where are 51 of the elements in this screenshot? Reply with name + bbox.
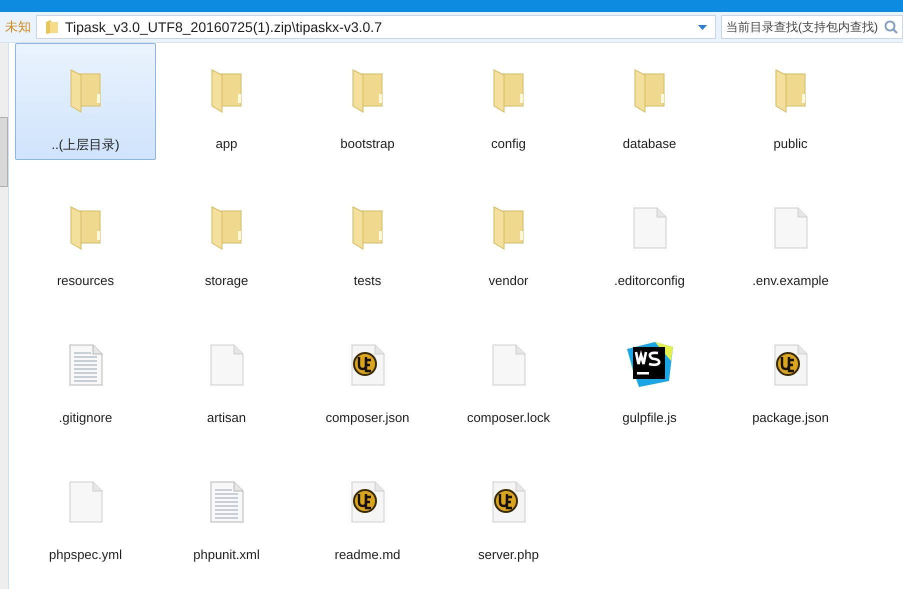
folder-icon (350, 68, 384, 114)
file-item[interactable]: bootstrap (297, 43, 438, 160)
file-item[interactable]: public (720, 43, 861, 160)
folder-icon (68, 205, 102, 251)
scrollbar-thumb[interactable] (0, 117, 8, 187)
folder-icon (210, 68, 244, 114)
folder-icon (492, 68, 526, 114)
address-field[interactable]: Tipask_v3.0_UTF8_20160725(1).zip\tipaskx-v3.0.7 (36, 15, 716, 39)
file-item[interactable]: vendor (438, 180, 579, 297)
document-icon (632, 207, 666, 249)
folder-icon (210, 205, 244, 251)
document-icon (492, 344, 526, 386)
ue-document-icon (774, 344, 808, 386)
folder-icon (68, 68, 102, 114)
file-item[interactable]: .editorconfig (579, 180, 720, 297)
file-item[interactable]: storage (156, 180, 297, 297)
file-item[interactable]: phpunit.xml (156, 454, 297, 571)
file-item[interactable]: composer.json (297, 317, 438, 434)
search-icon[interactable] (884, 20, 898, 34)
file-item[interactable]: server.php (438, 454, 579, 571)
file-item[interactable]: .gitignore (15, 317, 156, 434)
file-item[interactable]: resources (15, 180, 156, 297)
ue-document-icon (492, 481, 526, 523)
document-icon (68, 481, 102, 523)
folder-icon (350, 205, 384, 251)
text-document-icon (68, 344, 102, 386)
folder-icon (45, 19, 59, 35)
search-field[interactable]: 当前目录查找(支持包内查找) (721, 15, 903, 39)
document-icon (774, 207, 808, 249)
file-item[interactable]: database (579, 43, 720, 160)
file-item[interactable]: artisan (156, 317, 297, 434)
webstorm-icon (624, 341, 674, 389)
folder-icon (632, 68, 666, 114)
folder-icon (774, 68, 808, 114)
file-item[interactable]: composer.lock (438, 317, 579, 434)
file-item[interactable]: app (156, 43, 297, 160)
file-item[interactable]: gulpfile.js (579, 317, 720, 434)
file-item[interactable]: phpspec.yml (15, 454, 156, 571)
file-item[interactable]: config (438, 43, 579, 160)
dropdown-arrow-icon[interactable] (698, 24, 707, 30)
file-item[interactable]: .env.example (720, 180, 861, 297)
status-label: 未知 (4, 18, 32, 36)
text-document-icon (210, 481, 244, 523)
ue-document-icon (350, 344, 384, 386)
folder-icon (492, 205, 526, 251)
ue-document-icon (350, 481, 384, 523)
file-item[interactable]: tests (297, 180, 438, 297)
file-item[interactable]: package.json (720, 317, 861, 434)
document-icon (210, 344, 244, 386)
file-item[interactable]: readme.md (297, 454, 438, 571)
file-item[interactable]: ..(上层目录) (15, 43, 156, 160)
